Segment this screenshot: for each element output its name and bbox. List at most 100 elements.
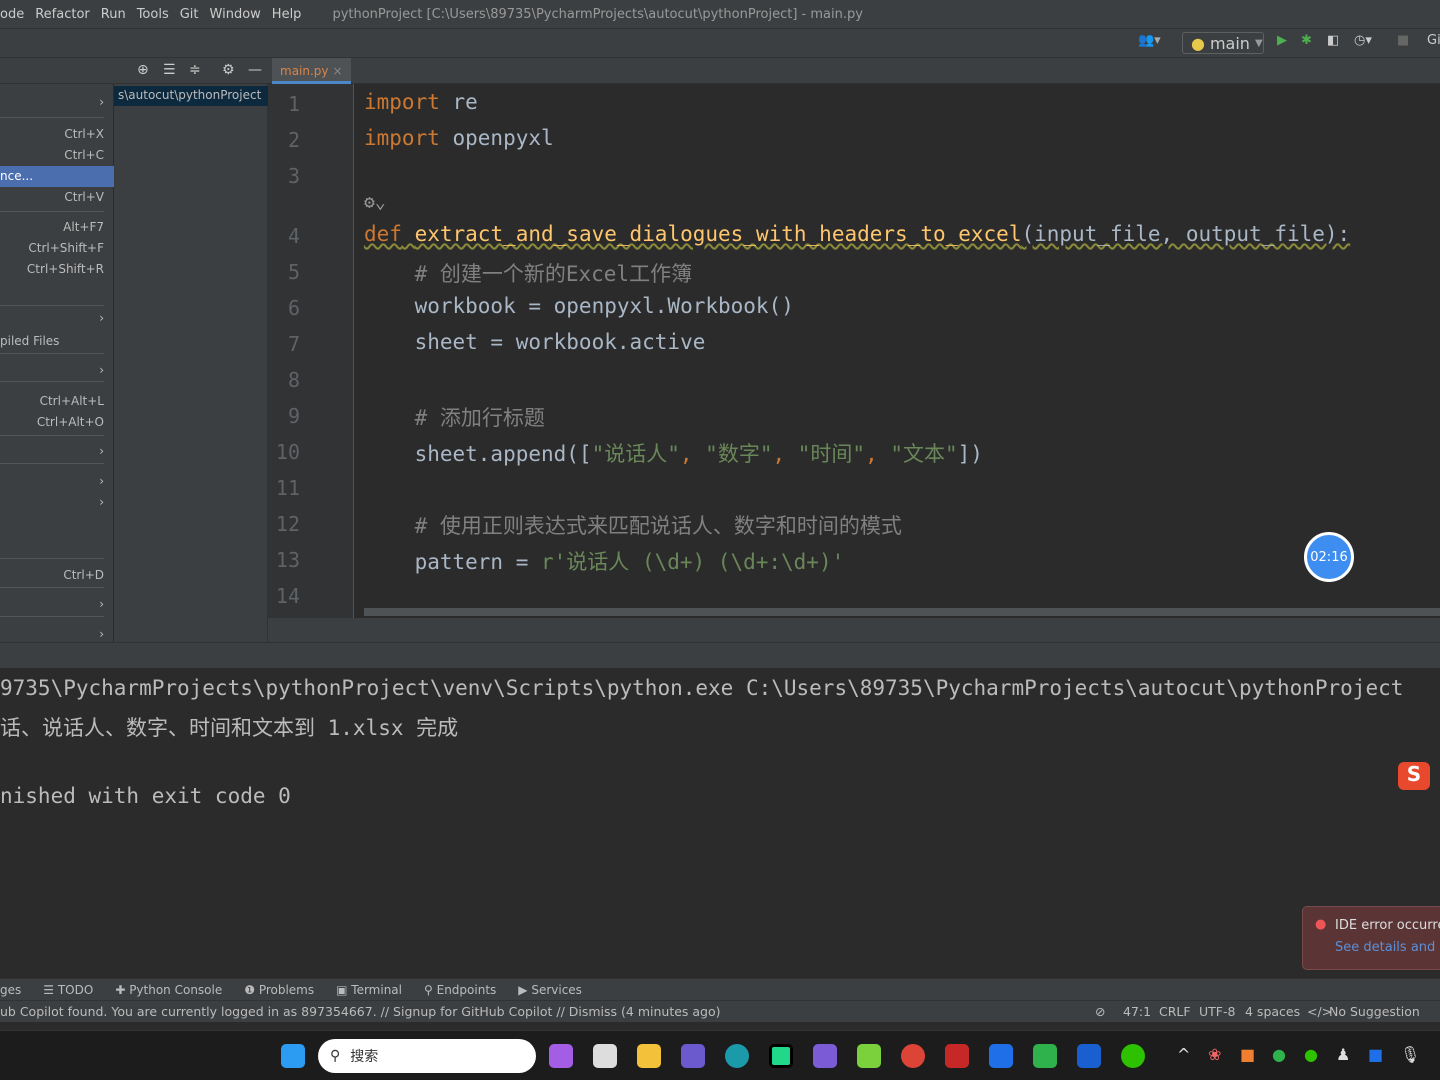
menu-item-cut[interactable]: Ctrl+X: [0, 124, 114, 145]
menu-item[interactable]: ›: [0, 441, 114, 462]
menu-code[interactable]: ode: [0, 7, 24, 22]
collapse-all-icon[interactable]: ≑: [189, 62, 201, 78]
gear-icon[interactable]: ⚙: [222, 62, 235, 78]
run-panel-header: [0, 642, 1440, 668]
tool-window-problems[interactable]: ❶ Problems: [244, 983, 314, 997]
run-console[interactable]: 9735\PycharmProjects\pythonProject\venv\…: [0, 668, 1440, 978]
app-icon[interactable]: [1033, 1044, 1057, 1068]
run-config-select[interactable]: ● main ▼: [1182, 32, 1264, 54]
tool-window-endpoints[interactable]: ⚲ Endpoints: [424, 983, 496, 997]
app-icon[interactable]: [1077, 1044, 1101, 1068]
menu-item[interactable]: ›: [0, 471, 114, 492]
chrome-icon[interactable]: [901, 1044, 925, 1068]
user-icon[interactable]: 👥▾: [1138, 33, 1161, 48]
run-icon[interactable]: ▶: [1277, 33, 1287, 48]
menu-item[interactable]: ›: [0, 594, 114, 615]
app-icon[interactable]: [989, 1044, 1013, 1068]
horizontal-scrollbar[interactable]: [364, 608, 1440, 616]
tool-window-changes[interactable]: ges: [0, 983, 21, 997]
menu-item-find-usages[interactable]: Alt+F7: [0, 217, 114, 238]
line-number: 14: [275, 584, 300, 608]
tool-window-todo[interactable]: ☰ TODO: [43, 983, 93, 997]
toast-title: IDE error occurred: [1335, 918, 1440, 933]
menu-refactor[interactable]: Refactor: [35, 7, 90, 22]
menu-git[interactable]: Git: [180, 7, 199, 22]
menu-item-find-in-files[interactable]: Ctrl+Shift+F: [0, 238, 114, 259]
line-separator[interactable]: CRLF: [1159, 1004, 1191, 1019]
tray-icon[interactable]: ■: [1240, 1045, 1255, 1064]
code-line: # 创建一个新的Excel工作簿: [364, 262, 693, 286]
app-icon[interactable]: [857, 1044, 881, 1068]
locate-icon[interactable]: ⊕: [137, 62, 149, 78]
toast-link[interactable]: See details and su: [1335, 940, 1440, 955]
copilot-app-icon[interactable]: [549, 1044, 573, 1068]
menu-window[interactable]: Window: [210, 7, 261, 22]
project-path[interactable]: s\autocut\pythonProject: [114, 86, 268, 106]
tray-icon[interactable]: ●: [1272, 1045, 1286, 1064]
windows-start-icon[interactable]: [281, 1044, 305, 1068]
tray-qq-icon[interactable]: ♟: [1336, 1045, 1350, 1064]
menu-item-paste[interactable]: Ctrl+V: [0, 187, 114, 208]
hide-icon[interactable]: —: [248, 62, 262, 78]
app-icon[interactable]: [945, 1044, 969, 1068]
menu-item[interactable]: ›: [0, 492, 114, 513]
menu-tools[interactable]: Tools: [137, 7, 169, 22]
tray-icon[interactable]: ❀: [1208, 1045, 1221, 1064]
search-placeholder: 搜索: [350, 1049, 379, 1065]
code-editor[interactable]: import re import openpyxl ⚙⌄ def extract…: [354, 84, 1440, 608]
app-icon[interactable]: [681, 1044, 705, 1068]
menu-item[interactable]: ›: [0, 360, 114, 381]
wechat-icon[interactable]: [1121, 1044, 1145, 1068]
pycharm-icon[interactable]: [769, 1044, 793, 1068]
task-view-icon[interactable]: [593, 1044, 617, 1068]
window-title: pythonProject [C:\Users\89735\PycharmPro…: [332, 6, 863, 22]
stop-icon[interactable]: ■: [1397, 33, 1409, 48]
profile-icon[interactable]: ◷▾: [1354, 33, 1372, 48]
menu-item[interactable]: ›: [0, 92, 114, 113]
console-line: 9735\PycharmProjects\pythonProject\venv\…: [0, 676, 1404, 700]
status-message[interactable]: ub Copilot found. You are currently logg…: [0, 1004, 721, 1019]
menu-item-compiled-files[interactable]: piled Files: [0, 331, 114, 352]
error-icon: ●: [1315, 917, 1327, 932]
code-line: import re: [364, 90, 478, 114]
menu-item-replace-in-files[interactable]: Ctrl+Shift+R: [0, 259, 114, 280]
readonly-icon[interactable]: ⊘: [1095, 1004, 1105, 1019]
tool-window-python-console[interactable]: ✚ Python Console: [115, 983, 222, 997]
tray-wechat-icon[interactable]: ●: [1304, 1045, 1318, 1064]
tray-chevron-icon[interactable]: ^: [1177, 1045, 1190, 1064]
menu-item-copy[interactable]: Ctrl+C: [0, 145, 114, 166]
app-icon[interactable]: [813, 1044, 837, 1068]
debug-icon[interactable]: ✱: [1301, 33, 1312, 48]
tool-window-terminal[interactable]: ▣ Terminal: [336, 983, 402, 997]
git-label[interactable]: Gi: [1427, 33, 1440, 48]
ide-error-toast[interactable]: ● IDE error occurred See details and su: [1302, 906, 1440, 970]
menu-item-optimize-imports[interactable]: Ctrl+Alt+O: [0, 412, 114, 433]
menu-run[interactable]: Run: [101, 7, 126, 22]
tray-icon[interactable]: ■: [1368, 1045, 1383, 1064]
menu-item-compare[interactable]: Ctrl+D: [0, 565, 114, 586]
expand-all-icon[interactable]: ☰: [163, 62, 176, 78]
menu-help[interactable]: Help: [272, 7, 302, 22]
file-encoding[interactable]: UTF-8: [1199, 1004, 1235, 1019]
recording-timer[interactable]: 02:16: [1304, 532, 1354, 582]
tab-main-py[interactable]: main.py ×: [272, 58, 351, 84]
file-explorer-icon[interactable]: [637, 1044, 661, 1068]
sogou-ime-icon[interactable]: S: [1398, 762, 1430, 790]
menu-item-reformat[interactable]: Ctrl+Alt+L: [0, 391, 114, 412]
ai-assistant-icon[interactable]: ⚙⌄: [364, 192, 386, 213]
menu-item-copy-reference[interactable]: nce...: [0, 166, 114, 187]
app-icon[interactable]: [725, 1044, 749, 1068]
list-icon: ☰: [43, 982, 58, 997]
copilot-status[interactable]: No Suggestion: [1329, 1004, 1420, 1019]
taskbar-search[interactable]: ⚲ 搜索: [318, 1039, 536, 1073]
indent-setting[interactable]: 4 spaces: [1245, 1004, 1300, 1019]
coverage-icon[interactable]: ◧: [1327, 33, 1339, 48]
microphone-icon[interactable]: 🎙: [1400, 1045, 1420, 1064]
tool-window-services[interactable]: ▶ Services: [518, 983, 582, 997]
code-line: # 添加行标题: [364, 406, 545, 430]
menu-item[interactable]: ›: [0, 308, 114, 329]
line-number: 5: [287, 260, 300, 284]
caret-position[interactable]: 47:1: [1123, 1004, 1151, 1019]
project-pane: s\autocut\pythonProject: [114, 84, 268, 660]
close-icon[interactable]: ×: [333, 64, 343, 78]
